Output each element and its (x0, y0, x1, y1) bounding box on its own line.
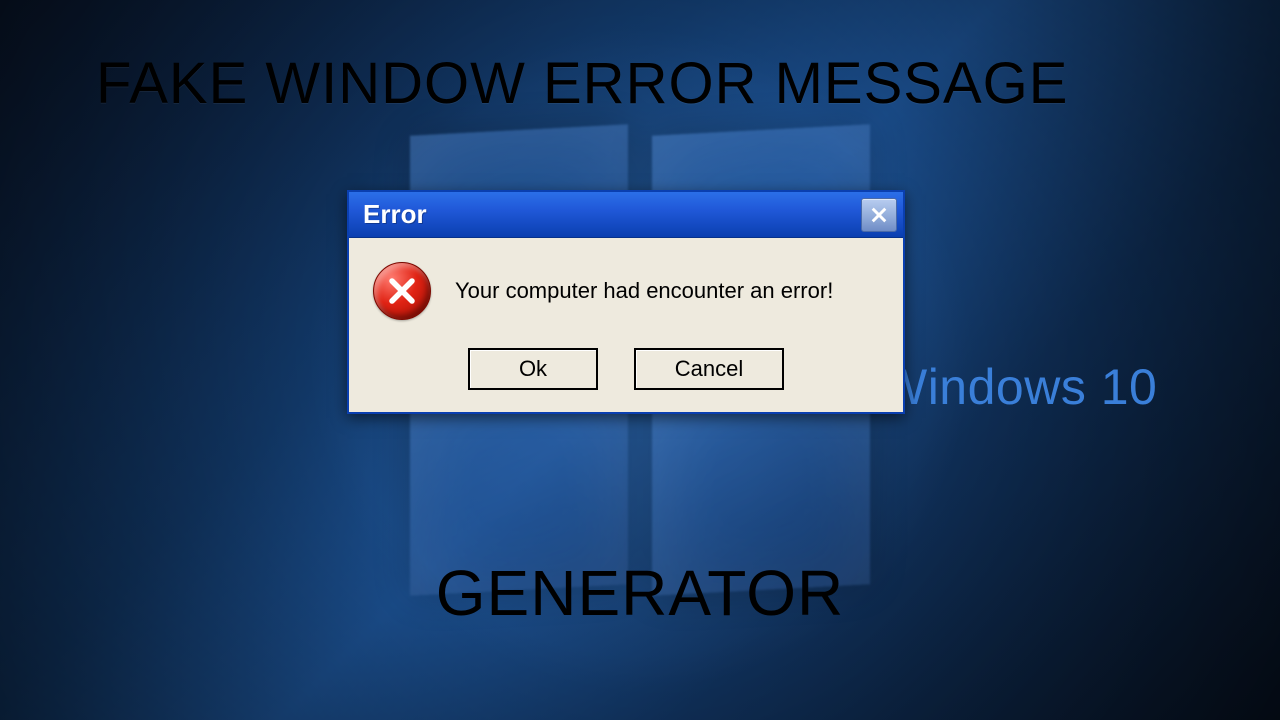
error-dialog: Error Your computer had encounter an err… (347, 190, 905, 414)
ok-button[interactable]: Ok (468, 348, 598, 390)
wallpaper-background: Windows 10 FAKE WINDOW ERROR MESSAGE GEN… (0, 0, 1280, 720)
close-icon (870, 206, 888, 224)
dialog-body: Your computer had encounter an error! Ok… (349, 238, 903, 412)
dialog-titlebar[interactable]: Error (349, 192, 903, 238)
cancel-button[interactable]: Cancel (634, 348, 784, 390)
error-icon (373, 262, 431, 320)
dialog-button-row: Ok Cancel (373, 348, 879, 390)
heading-bottom: GENERATOR (436, 556, 844, 630)
dialog-message: Your computer had encounter an error! (455, 278, 833, 304)
brand-label: Windows 10 (880, 358, 1157, 416)
close-button[interactable] (861, 198, 897, 232)
dialog-title: Error (363, 199, 427, 230)
heading-top: FAKE WINDOW ERROR MESSAGE (96, 50, 1068, 117)
